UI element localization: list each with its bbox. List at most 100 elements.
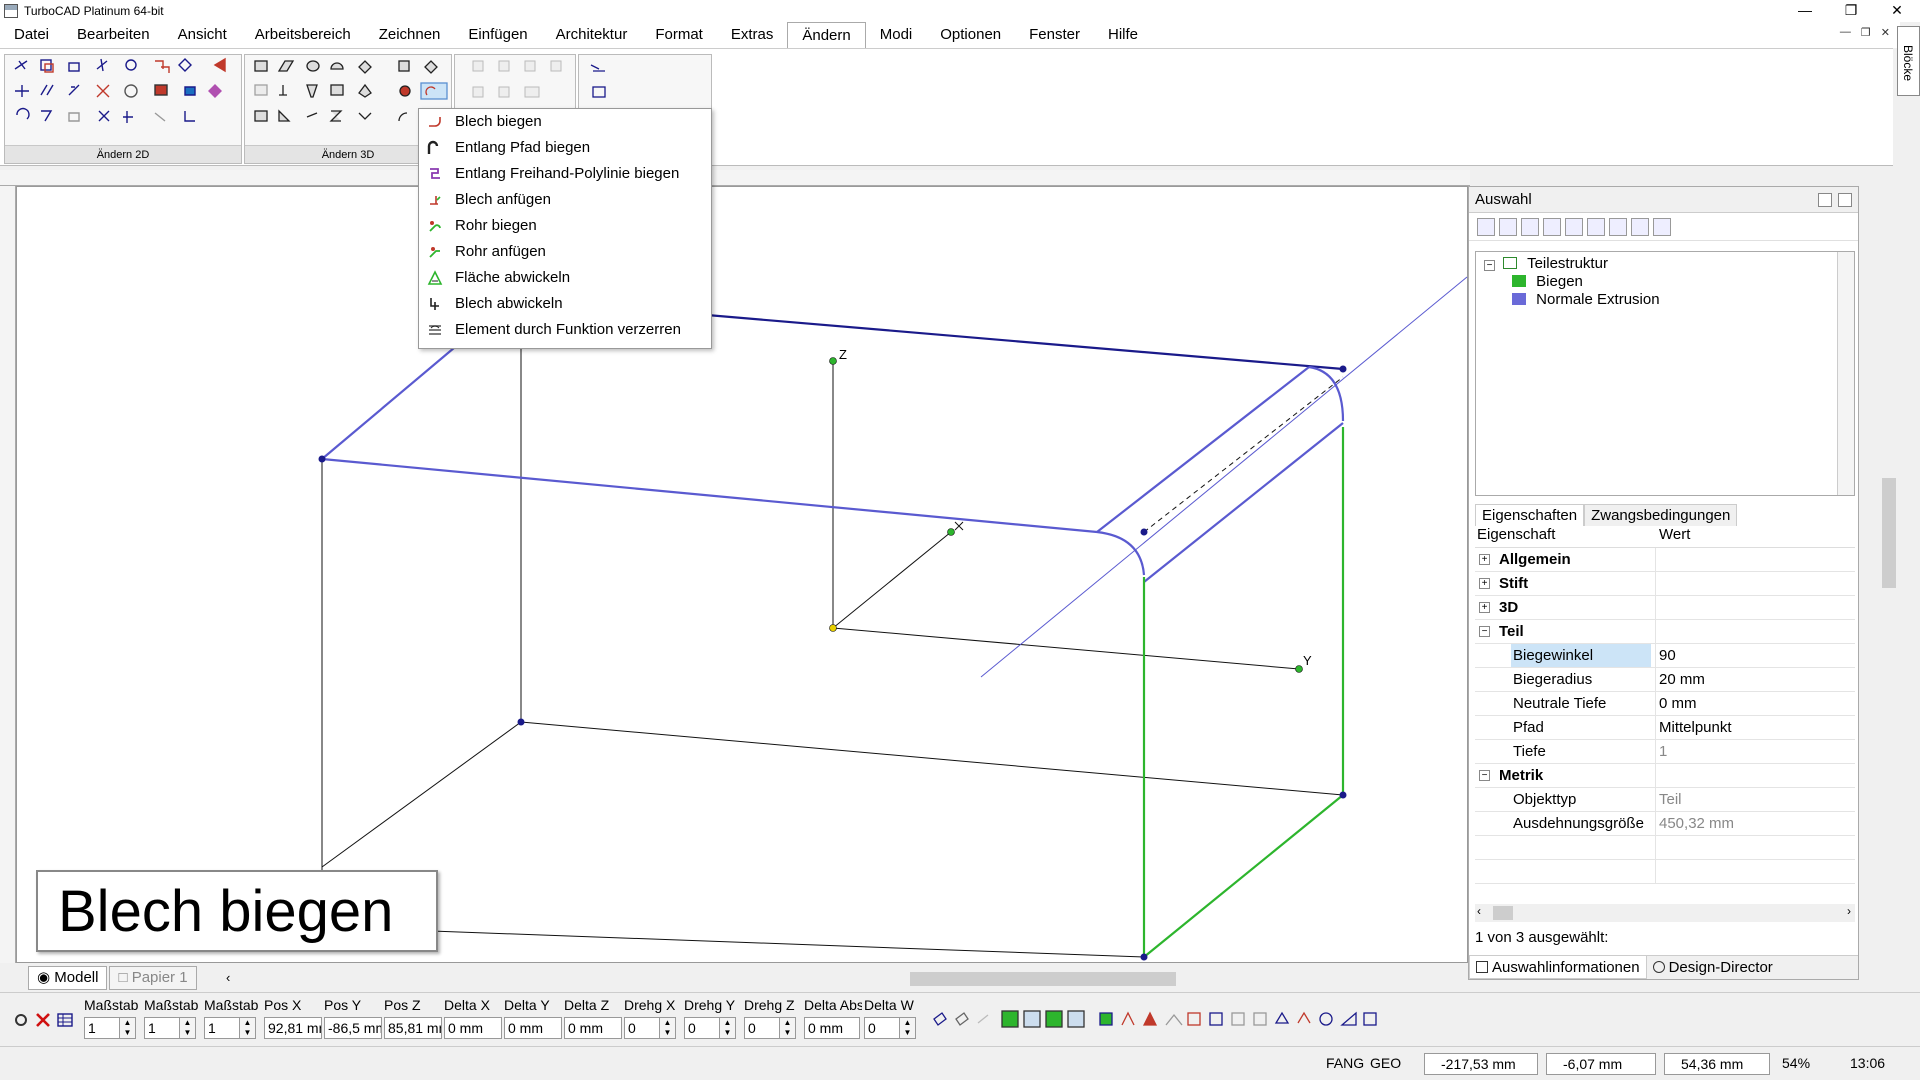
menu-optionen[interactable]: Optionen: [926, 22, 1015, 48]
modify-2d-tool-icons[interactable]: [5, 55, 241, 145]
tree-node-bend[interactable]: Biegen: [1512, 272, 1583, 292]
menu-architektur[interactable]: Architektur: [542, 22, 642, 48]
menu-ansicht[interactable]: Ansicht: [164, 22, 241, 48]
dd-flaeche-abwickeln[interactable]: Fläche abwickeln: [419, 265, 711, 291]
delta-angle-input[interactable]: 0: [864, 1017, 900, 1039]
doc-close-button[interactable]: ✕: [1881, 26, 1890, 39]
tab-modell[interactable]: ◉ Modell: [28, 966, 108, 990]
scroll-left-icon[interactable]: ‹: [226, 970, 230, 985]
close-button[interactable]: ✕: [1874, 0, 1920, 22]
dd-blech-biegen[interactable]: Blech biegen: [419, 109, 711, 135]
dd-rohr-biegen[interactable]: Rohr biegen: [419, 213, 711, 239]
property-horizontal-scrollbar[interactable]: ‹ ›: [1475, 904, 1855, 922]
expand-icon[interactable]: +: [1479, 578, 1490, 589]
menu-extras[interactable]: Extras: [717, 22, 788, 48]
panel-close-button[interactable]: [1838, 193, 1852, 207]
layer-icon[interactable]: [1543, 217, 1561, 236]
blocks-side-tab[interactable]: Blöcke: [1897, 26, 1920, 96]
scale-x-input[interactable]: 1: [84, 1017, 120, 1039]
collapse-icon[interactable]: −: [1479, 626, 1490, 637]
scroll-right-icon[interactable]: ›: [1847, 904, 1851, 918]
tab-auswahlinformationen[interactable]: Auswahlinformationen: [1469, 956, 1647, 979]
copy-icon[interactable]: [1565, 217, 1583, 236]
zoom-icon[interactable]: [1653, 217, 1671, 236]
prop-value-select[interactable]: Mittelpunkt: [1657, 716, 1732, 739]
tab-zwangsbedingungen[interactable]: Zwangsbedingungen: [1584, 504, 1738, 526]
menu-aendern[interactable]: Ändern: [787, 22, 866, 48]
prop-row-pfad[interactable]: Pfad Mittelpunkt: [1475, 716, 1855, 740]
cancel-icon[interactable]: [34, 1011, 52, 1029]
dd-entlang-pfad-biegen[interactable]: Entlang Pfad biegen: [419, 135, 711, 161]
spinner[interactable]: ▲ ▼: [780, 1017, 796, 1039]
filter-icon[interactable]: [1521, 217, 1539, 236]
pos-x-input[interactable]: 92,81 mm: [264, 1017, 322, 1039]
scale-y-input[interactable]: 1: [144, 1017, 180, 1039]
expand-icon[interactable]: +: [1479, 602, 1490, 613]
spinner[interactable]: ▲ ▼: [120, 1017, 136, 1039]
property-scroll-thumb[interactable]: [1493, 906, 1513, 920]
horizontal-scroll-thumb[interactable]: [910, 972, 1176, 986]
dd-blech-anfuegen[interactable]: Blech anfügen: [419, 187, 711, 213]
section-3d[interactable]: +3D: [1475, 596, 1855, 620]
vertical-scroll-thumb[interactable]: [1882, 478, 1896, 588]
tree-root[interactable]: − Teilestruktur: [1484, 254, 1608, 274]
delta-distance-input[interactable]: 0 mm: [804, 1017, 860, 1039]
section-stift[interactable]: + Stift: [1475, 572, 1855, 596]
tree-collapse-icon[interactable]: −: [1484, 260, 1495, 271]
rot-x-input[interactable]: 0: [624, 1017, 660, 1039]
tab-eigenschaften[interactable]: Eigenschaften: [1475, 504, 1585, 526]
misc-tool-icons[interactable]: [579, 55, 709, 105]
delta-x-input[interactable]: 0 mm: [444, 1017, 502, 1039]
tab-design-director[interactable]: Design-Director: [1647, 956, 1779, 979]
menu-fenster[interactable]: Fenster: [1015, 22, 1094, 48]
spinner[interactable]: ▲ ▼: [900, 1017, 916, 1039]
prop-value-input[interactable]: 0 mm: [1657, 692, 1697, 715]
menu-zeichnen[interactable]: Zeichnen: [365, 22, 455, 48]
rot-y-input[interactable]: 0: [684, 1017, 720, 1039]
modify-options-toolbar[interactable]: [930, 1007, 1390, 1033]
menu-bearbeiten[interactable]: Bearbeiten: [63, 22, 164, 48]
prop-row-biegeradius[interactable]: Biegeradius 20 mm: [1475, 668, 1855, 692]
menu-modi[interactable]: Modi: [866, 22, 927, 48]
menu-hilfe[interactable]: Hilfe: [1094, 22, 1152, 48]
section-metrik[interactable]: − Metrik: [1475, 764, 1855, 788]
scale-z-input[interactable]: 1: [204, 1017, 240, 1039]
dd-entlang-freihand-polylinie-biegen[interactable]: Entlang Freihand-Polylinie biegen: [419, 161, 711, 187]
grid-icon[interactable]: [1631, 217, 1649, 236]
prop-row-biegewinkel[interactable]: Biegewinkel 90: [1475, 644, 1855, 668]
table-icon[interactable]: [1587, 217, 1605, 236]
maximize-button[interactable]: ❐: [1828, 0, 1874, 22]
canvas-vertical-scrollbar[interactable]: [1878, 186, 1898, 966]
menu-format[interactable]: Format: [641, 22, 717, 48]
select-by-type-icon[interactable]: [1477, 217, 1495, 236]
menu-datei[interactable]: Datei: [0, 22, 63, 48]
canvas-horizontal-scrollbar[interactable]: ‹: [222, 970, 1462, 988]
doc-minimize-button[interactable]: —: [1840, 26, 1851, 39]
scroll-left-icon[interactable]: ‹: [1477, 904, 1481, 918]
prop-value-input[interactable]: 90: [1657, 644, 1676, 667]
settings-icon[interactable]: [12, 1011, 30, 1029]
drawing-geometry[interactable]: Z Y: [17, 187, 1469, 964]
prop-value-input[interactable]: 20 mm: [1657, 668, 1705, 691]
delta-y-input[interactable]: 0 mm: [504, 1017, 562, 1039]
spinner[interactable]: ▲ ▼: [240, 1017, 256, 1039]
spinner[interactable]: ▲ ▼: [720, 1017, 736, 1039]
section-teil[interactable]: − Teil: [1475, 620, 1855, 644]
select-all-icon[interactable]: [1499, 217, 1517, 236]
geo-indicator[interactable]: GEO: [1370, 1055, 1401, 1071]
menu-arbeitsbereich[interactable]: Arbeitsbereich: [241, 22, 365, 48]
doc-restore-button[interactable]: ❐: [1861, 26, 1871, 39]
function-icon[interactable]: [1609, 217, 1627, 236]
menu-einfuegen[interactable]: Einfügen: [454, 22, 541, 48]
pos-z-input[interactable]: 85,81 mm: [384, 1017, 442, 1039]
minimize-button[interactable]: —: [1782, 0, 1828, 22]
snap-indicator[interactable]: FANG: [1326, 1055, 1364, 1071]
tree-scrollbar[interactable]: [1837, 252, 1854, 495]
dd-blech-abwickeln[interactable]: Blech abwickeln: [419, 291, 711, 317]
prop-row-tiefe[interactable]: Tiefe 1: [1475, 740, 1855, 764]
drawing-canvas[interactable]: Z Y: [16, 186, 1468, 963]
section-allgemein[interactable]: + Allgemein: [1475, 548, 1855, 572]
tab-papier-1[interactable]: □ Papier 1: [109, 966, 197, 990]
spinner[interactable]: ▲ ▼: [660, 1017, 676, 1039]
collapse-icon[interactable]: −: [1479, 770, 1490, 781]
